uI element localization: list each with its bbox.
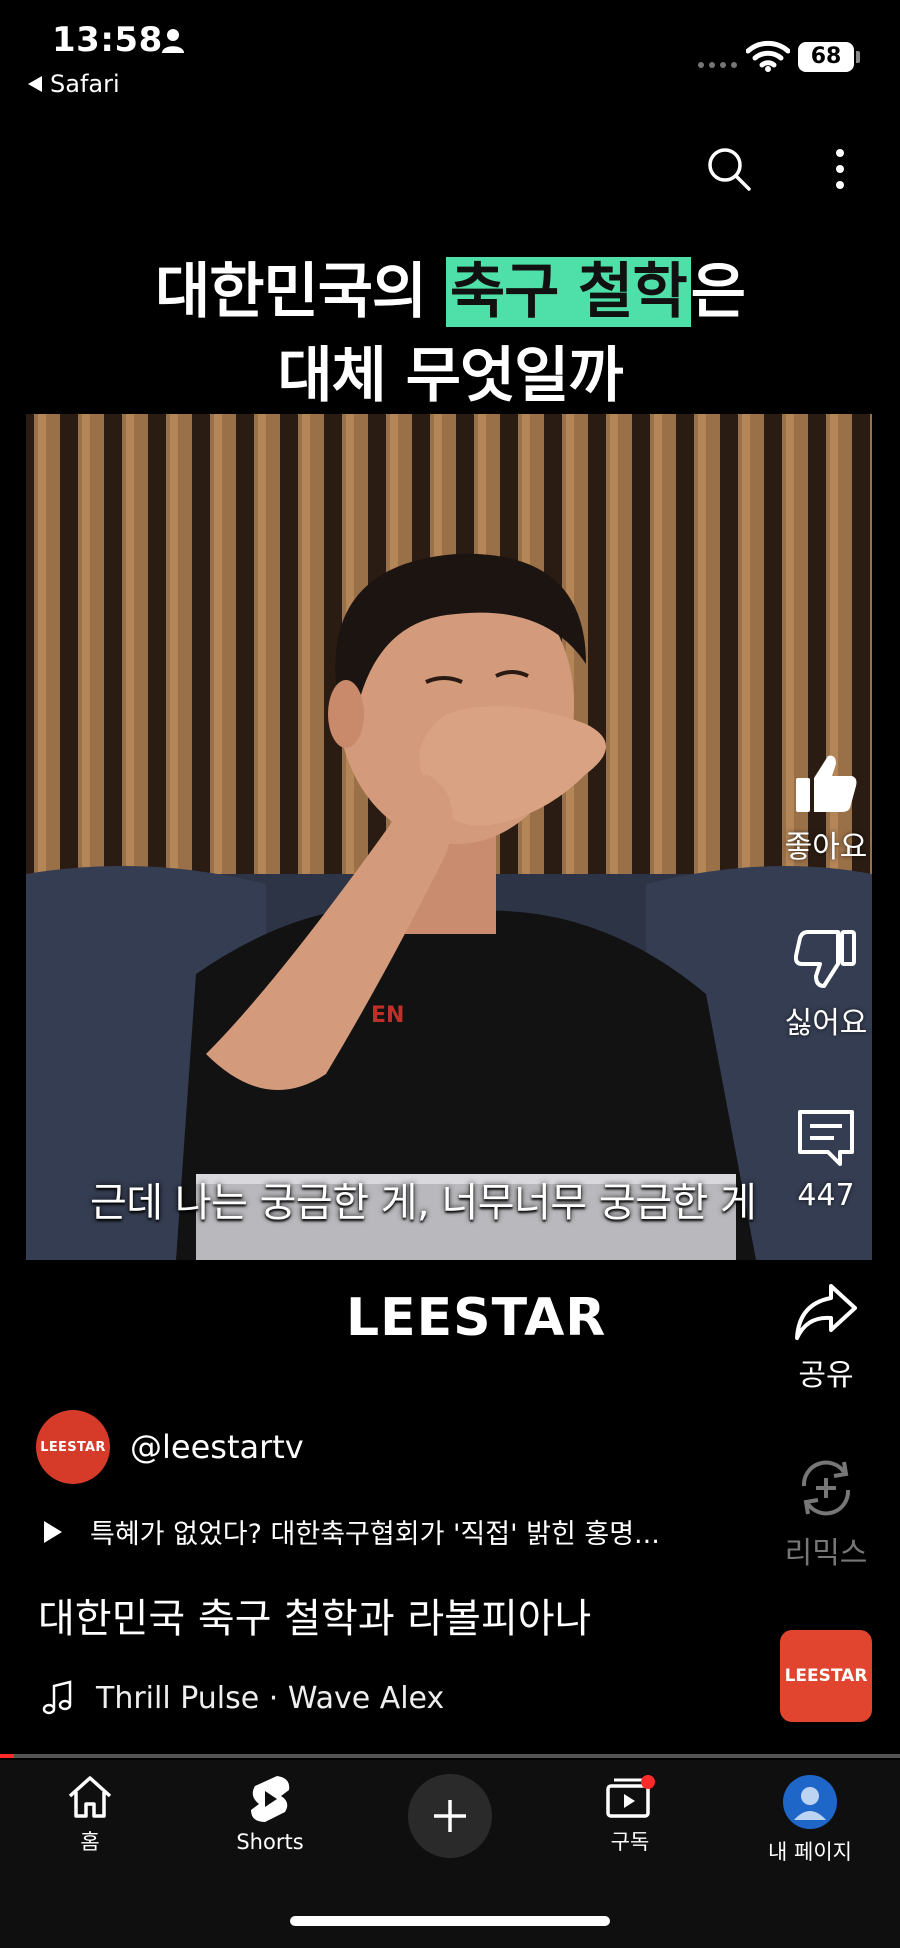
overlay-title-line1: 대한민국의 축구 철학은 bbox=[0, 250, 900, 334]
progress-track[interactable] bbox=[0, 1754, 900, 1758]
title-highlight: 축구 철학 bbox=[445, 257, 691, 327]
related-video-title: 특혜가 없었다? 대한축구협회가 '직접' 밝힌 홍명... bbox=[90, 1519, 660, 1550]
brand-logo: LEESTAR bbox=[346, 1288, 607, 1348]
share-button[interactable]: 공유 bbox=[761, 1282, 891, 1394]
remix-button[interactable]: 리믹스 bbox=[761, 1456, 891, 1572]
nav-subscriptions-label: 구독 bbox=[610, 1830, 650, 1854]
like-button[interactable]: 좋아요 bbox=[761, 752, 891, 866]
overlay-title: 대한민국의 축구 철학은 대체 무엇일까 bbox=[0, 250, 900, 418]
battery-level: 68 bbox=[798, 42, 854, 72]
comments-count: 447 bbox=[797, 1178, 855, 1213]
subscriptions-icon bbox=[606, 1775, 655, 1818]
progress-fill bbox=[0, 1754, 14, 1758]
remix-icon bbox=[801, 1460, 851, 1516]
music-link[interactable]: Thrill Pulse · Wave Alex bbox=[42, 1680, 444, 1716]
title-part: 은 bbox=[690, 257, 746, 327]
sound-thumbnail[interactable]: LEESTAR bbox=[780, 1630, 872, 1722]
nav-subscriptions[interactable]: 구독 bbox=[560, 1774, 700, 1856]
music-track: Thrill Pulse · Wave Alex bbox=[96, 1680, 445, 1716]
nav-shorts-label: Shorts bbox=[236, 1830, 304, 1854]
video-title[interactable]: 대한민국 축구 철학과 라볼피아나 bbox=[38, 1586, 591, 1644]
video-player[interactable]: EN bbox=[26, 414, 872, 1260]
create-button[interactable] bbox=[408, 1774, 492, 1858]
dislike-label: 싫어요 bbox=[784, 1006, 868, 1041]
channel-handle[interactable]: @leestartv bbox=[130, 1428, 304, 1466]
like-label: 좋아요 bbox=[784, 830, 868, 865]
play-icon bbox=[44, 1520, 62, 1543]
comments-button[interactable]: 447 bbox=[761, 1106, 891, 1213]
nav-home[interactable]: 홈 bbox=[20, 1774, 160, 1856]
overlay-title-line2: 대체 무엇일까 bbox=[277, 341, 623, 411]
search-icon[interactable] bbox=[706, 146, 752, 192]
home-icon bbox=[68, 1776, 112, 1818]
nav-shorts[interactable]: Shorts bbox=[200, 1774, 340, 1854]
dislike-button[interactable]: 싫어요 bbox=[761, 928, 891, 1042]
thumbs-up-icon bbox=[796, 755, 857, 812]
remix-label: 리믹스 bbox=[784, 1536, 868, 1571]
nav-you[interactable]: 내 페이지 bbox=[740, 1774, 880, 1866]
signal-icon bbox=[698, 62, 737, 68]
back-arrow-icon bbox=[28, 76, 42, 92]
thumbs-down-icon bbox=[794, 930, 856, 988]
person-icon bbox=[162, 29, 184, 53]
share-icon bbox=[795, 1284, 857, 1340]
avatar-icon bbox=[783, 1775, 837, 1829]
more-options-icon[interactable] bbox=[832, 148, 848, 190]
shorts-icon bbox=[251, 1776, 290, 1822]
back-to-safari[interactable]: Safari bbox=[28, 70, 120, 98]
status-time: 13:58 bbox=[52, 20, 163, 60]
related-video-link[interactable]: 특혜가 없었다? 대한축구협회가 '직접' 밝힌 홍명... bbox=[44, 1512, 660, 1551]
music-note-icon bbox=[42, 1680, 72, 1715]
channel-avatar[interactable]: LEESTAR bbox=[36, 1410, 110, 1484]
video-frame-image: EN bbox=[26, 414, 872, 1260]
plus-icon bbox=[434, 1800, 466, 1832]
comment-icon bbox=[798, 1110, 854, 1166]
back-app-label: Safari bbox=[50, 70, 120, 98]
wifi-icon bbox=[746, 40, 790, 72]
battery-cap bbox=[856, 51, 860, 63]
home-indicator bbox=[290, 1916, 610, 1926]
nav-you-label: 내 페이지 bbox=[768, 1840, 852, 1864]
svg-text:EN: EN bbox=[371, 1003, 404, 1028]
title-part: 대한민국의 bbox=[155, 257, 446, 327]
video-subtitle: 근데 나는 궁금한 게, 너무너무 궁금한 게 bbox=[90, 1180, 757, 1226]
share-label: 공유 bbox=[798, 1358, 854, 1393]
nav-home-label: 홈 bbox=[80, 1830, 100, 1854]
